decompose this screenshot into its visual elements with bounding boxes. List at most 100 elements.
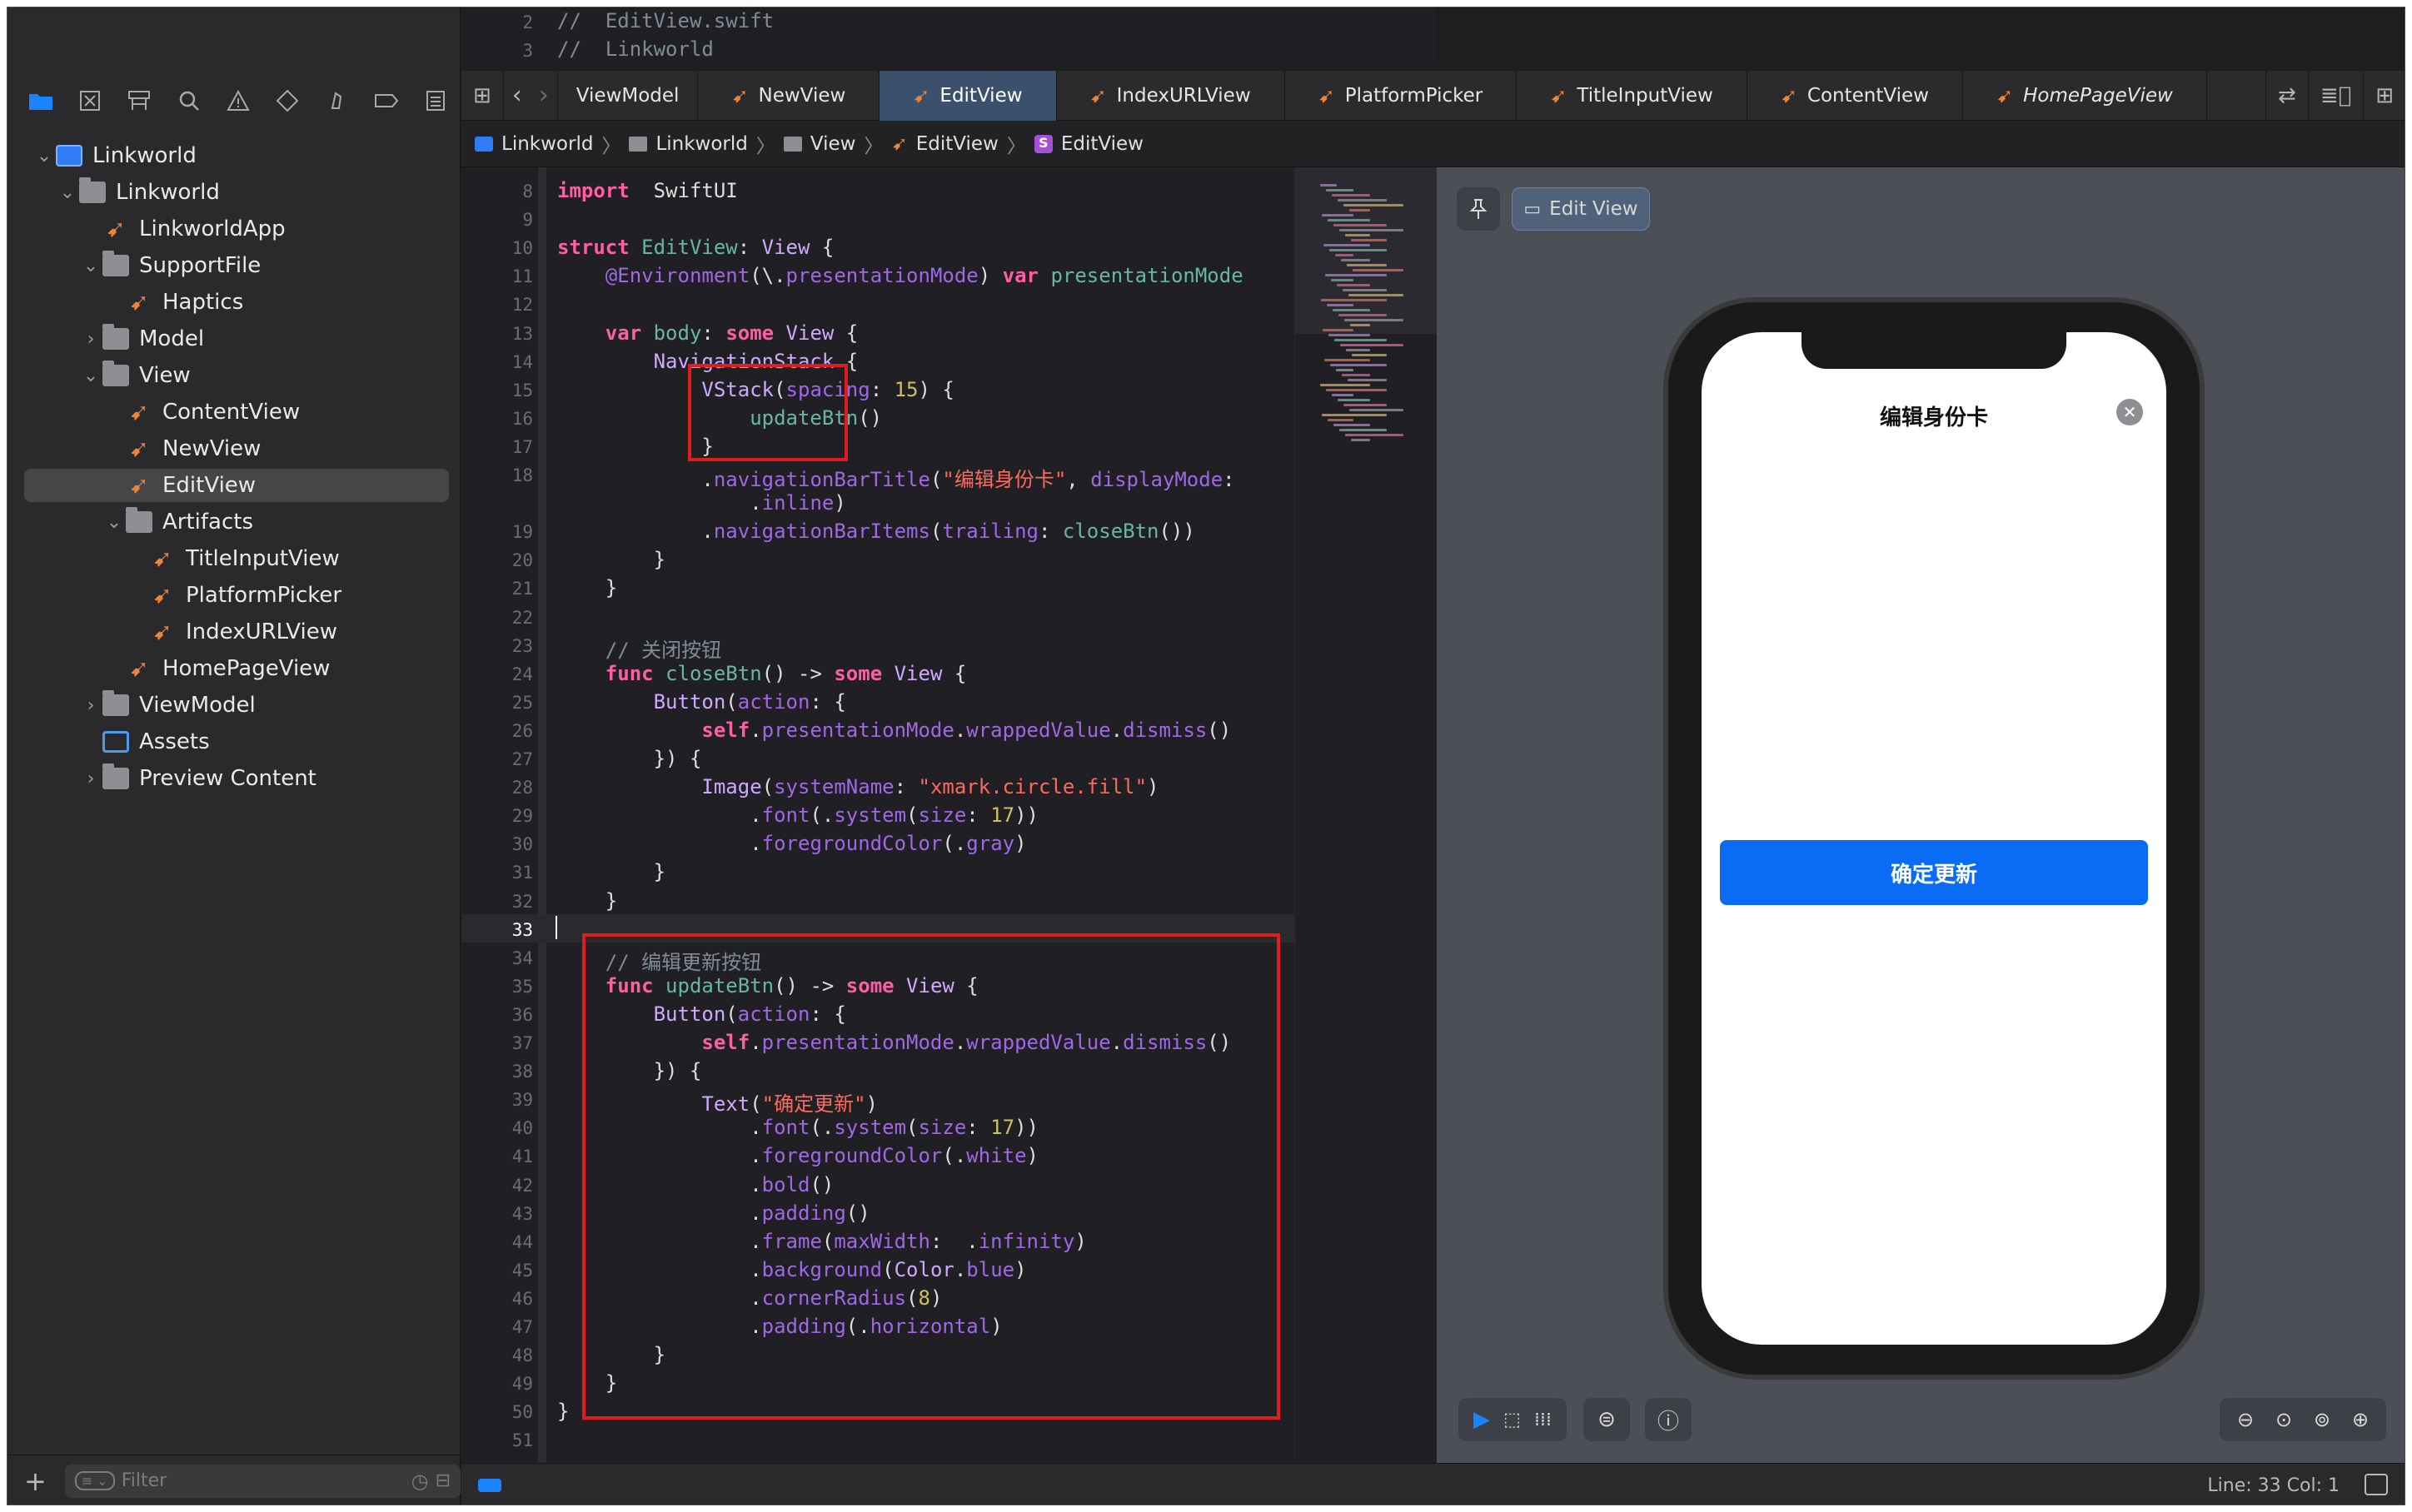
breadcrumb-item[interactable]: View <box>810 133 856 155</box>
chevron-down-icon[interactable]: ⌄ <box>56 182 79 203</box>
tree-item-platformpicker[interactable]: ➹ PlatformPicker <box>7 579 341 612</box>
tree-item-editview[interactable]: ➹ EditView <box>24 469 449 502</box>
device-settings-icon[interactable]: ⊜ <box>1583 1398 1630 1441</box>
select-mode-icon[interactable]: ⬚ <box>1503 1410 1521 1430</box>
code-token: func <box>605 661 654 685</box>
add-icon[interactable]: + <box>24 1465 47 1497</box>
back-icon[interactable]: ‹ <box>504 71 531 121</box>
tab-newview[interactable]: ➹ NewView <box>698 70 880 121</box>
symbol-navigator-icon[interactable] <box>115 76 164 126</box>
swift-icon: ➹ <box>1550 83 1567 107</box>
edit-view-button[interactable]: ▭ Edit View <box>1512 187 1650 231</box>
chevron-right-icon[interactable]: › <box>79 695 102 716</box>
tree-item-linkworld[interactable]: ⌄ Linkworld <box>7 176 220 209</box>
update-button[interactable]: 确定更新 <box>1720 840 2148 905</box>
pin-icon[interactable] <box>1457 187 1500 231</box>
debug-area-toggle-icon[interactable] <box>478 1479 501 1492</box>
forward-icon[interactable]: › <box>531 70 558 121</box>
line-number: 42 <box>511 1175 533 1196</box>
tab-homepageview[interactable]: ➹ HomePageView <box>1963 70 2207 121</box>
minimap-line <box>1353 269 1403 271</box>
chevron-right-icon[interactable]: › <box>79 768 102 789</box>
tree-item-titleinputview[interactable]: ➹ TitleInputView <box>7 542 339 575</box>
breadcrumb-item[interactable]: Linkworld <box>501 133 593 155</box>
chevron-down-icon[interactable]: ⌄ <box>79 366 102 386</box>
report-navigator-icon[interactable] <box>411 76 461 126</box>
breadcrumb-item[interactable]: Linkworld <box>655 133 747 155</box>
chevron-down-icon[interactable]: ⌄ <box>102 512 126 533</box>
tab-platformpicker[interactable]: ➹ PlatformPicker <box>1285 70 1517 121</box>
zoom-in-icon[interactable]: ⊕ <box>2352 1408 2369 1431</box>
breadcrumb-item[interactable]: EditView <box>916 133 999 155</box>
minimap[interactable] <box>1294 167 1437 1463</box>
minimap-line <box>1332 194 1370 196</box>
code-token: navigationBarTitle <box>713 468 930 491</box>
code-line: var body: some View { <box>557 321 858 345</box>
live-mode-icon[interactable]: ▶︎ <box>1473 1407 1490 1432</box>
warning-icon[interactable] <box>213 76 262 126</box>
tree-item-supportfile[interactable]: ⌄ SupportFile <box>7 249 261 282</box>
close-icon[interactable]: ✕ <box>2116 399 2143 425</box>
tree-item-assets[interactable]: Assets <box>7 725 210 758</box>
minimap-line <box>1349 409 1403 411</box>
tree-item-newview[interactable]: ➹ NewView <box>7 432 261 465</box>
zoom-100-icon[interactable]: ⊙ <box>2275 1408 2292 1431</box>
tree-item-linkworld[interactable]: ⌄ Linkworld <box>7 139 197 172</box>
struct-icon: S <box>1034 134 1053 153</box>
iphone-frame: 编辑身份卡 ✕ 确定更新 <box>1663 297 2205 1380</box>
tree-item-contentview[interactable]: ➹ ContentView <box>7 395 300 429</box>
tree-item-linkworldapp[interactable]: ➹ LinkworldApp <box>7 212 285 246</box>
chevron-down-icon[interactable]: ⌄ <box>79 256 102 276</box>
chevron-down-icon[interactable]: ⌄ <box>32 146 56 167</box>
zoom-fit-icon[interactable]: ⊚ <box>2314 1408 2330 1431</box>
code-token: wrappedValue <box>966 718 1111 742</box>
filter-input[interactable]: ≡ ⌄ Filter ◷ ⊟ <box>64 1464 461 1498</box>
code-line: func closeBtn() -> some View { <box>557 661 967 685</box>
folder-navigator-icon[interactable] <box>16 76 65 126</box>
adjust-editor-icon[interactable]: ≣⃞ <box>2309 70 2365 121</box>
tab-indexurlview[interactable]: ➹ IndexURLView <box>1057 70 1285 121</box>
tree-item-label: Assets <box>139 729 210 754</box>
recent-files-icon[interactable]: ◷ <box>411 1470 429 1493</box>
filter-options-icon[interactable]: ≡ ⌄ <box>74 1471 115 1490</box>
line-number: 16 <box>511 408 533 429</box>
breakpoint-navigator-icon[interactable] <box>361 76 411 126</box>
tree-item-haptics[interactable]: ➹ Haptics <box>7 286 243 319</box>
search-icon[interactable] <box>164 76 213 126</box>
variants-icon[interactable]: ⁞⁞⁞ <box>1534 1410 1552 1430</box>
minimap-line <box>1320 184 1337 187</box>
tree-item-artifacts[interactable]: ⌄ Artifacts <box>7 505 253 539</box>
related-items-icon[interactable]: ⊞ <box>461 70 504 121</box>
test-navigator-icon[interactable] <box>263 76 312 126</box>
tree-item-model[interactable]: › Model <box>7 322 204 356</box>
panel-toggle-icon[interactable] <box>2365 1474 2388 1495</box>
tree-item-indexurlview[interactable]: ➹ IndexURLView <box>7 615 337 649</box>
tab-contentview[interactable]: ➹ ContentView <box>1747 70 1963 121</box>
line-number: 34 <box>511 947 533 968</box>
swap-icon[interactable]: ⇄ <box>2265 70 2309 121</box>
status-bar: Line: 33 Col: 1 <box>461 1463 2405 1505</box>
tree-item-label: Haptics <box>162 290 244 315</box>
tree-item-viewmodel[interactable]: › ViewModel <box>7 689 256 722</box>
tab-editview[interactable]: ➹ EditView <box>880 70 1057 121</box>
scm-filter-icon[interactable]: ⊟ <box>436 1470 451 1491</box>
debug-navigator-icon[interactable] <box>312 76 361 126</box>
minimap-line <box>1338 399 1370 401</box>
tree-item-homepageview[interactable]: ➹ HomePageView <box>7 652 330 685</box>
add-editor-icon[interactable]: ⊞ <box>2364 71 2405 121</box>
code-token: @Environment <box>605 264 750 288</box>
swift-icon: ➹ <box>129 435 149 462</box>
tree-item-view[interactable]: ⌄ View <box>7 359 191 392</box>
code-token: action <box>737 689 810 714</box>
chevron-right-icon[interactable]: › <box>79 329 102 350</box>
line-number: 41 <box>511 1146 533 1167</box>
scrollbar[interactable] <box>538 167 546 1463</box>
tab-titleinputview[interactable]: ➹ TitleInputView <box>1517 70 1747 121</box>
source-control-icon[interactable] <box>65 76 114 126</box>
breadcrumb-item[interactable]: EditView <box>1061 133 1144 155</box>
tab-viewmodel[interactable]: ViewModel <box>558 70 699 121</box>
device-icon[interactable]: ⓘ <box>1645 1398 1692 1441</box>
tree-item-preview-content[interactable]: › Preview Content <box>7 762 316 795</box>
zoom-out-icon[interactable]: ⊖ <box>2237 1408 2254 1431</box>
